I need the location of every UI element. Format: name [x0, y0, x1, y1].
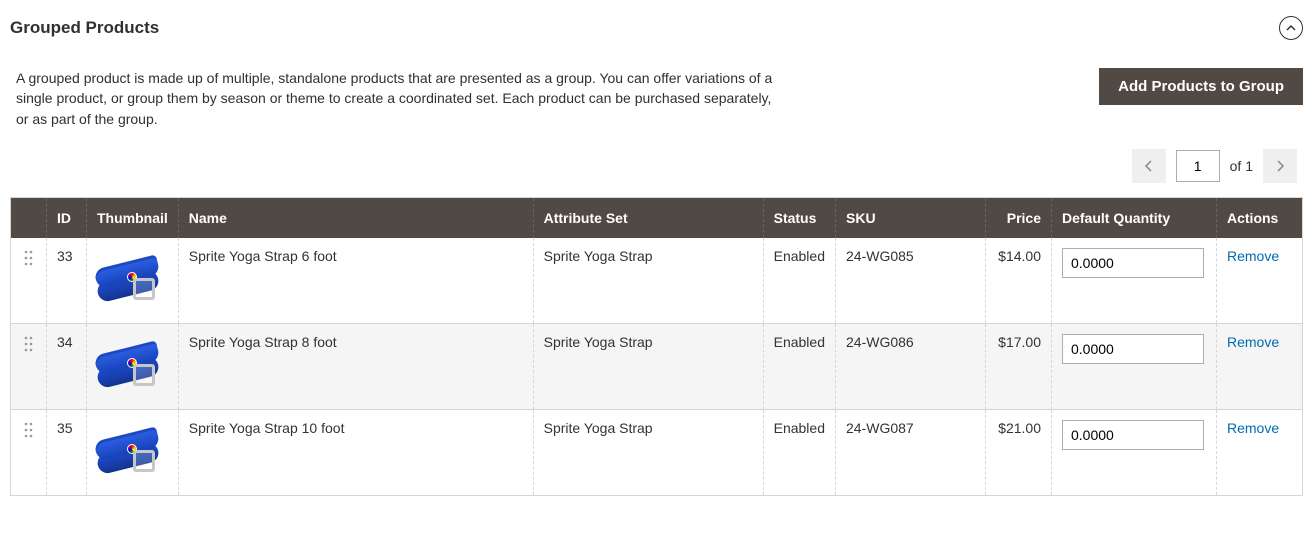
cell-name: Sprite Yoga Strap 6 foot [178, 238, 533, 324]
add-products-to-group-button[interactable]: Add Products to Group [1099, 68, 1303, 105]
col-header-thumbnail: Thumbnail [87, 197, 179, 238]
col-header-default-qty: Default Quantity [1052, 197, 1217, 238]
drag-handle-icon [24, 422, 34, 438]
pager-page-input[interactable] [1176, 150, 1220, 182]
cell-name: Sprite Yoga Strap 8 foot [178, 323, 533, 409]
cell-status: Enabled [763, 238, 835, 324]
grouped-products-table: ID Thumbnail Name Attribute Set Status S… [10, 197, 1303, 496]
pager: of 1 [10, 149, 1303, 197]
col-header-drag [11, 197, 47, 238]
cell-attribute-set: Sprite Yoga Strap [533, 238, 763, 324]
section-description: A grouped product is made up of multiple… [16, 68, 776, 129]
cell-price: $21.00 [986, 409, 1052, 495]
col-header-actions: Actions [1217, 197, 1303, 238]
cell-id: 34 [47, 323, 87, 409]
cell-sku: 24-WG087 [836, 409, 986, 495]
col-header-attribute-set: Attribute Set [533, 197, 763, 238]
section-title: Grouped Products [10, 18, 159, 38]
col-header-name: Name [178, 197, 533, 238]
chevron-up-icon [1286, 23, 1296, 33]
cell-id: 33 [47, 238, 87, 324]
col-header-sku: SKU [836, 197, 986, 238]
cell-price: $14.00 [986, 238, 1052, 324]
chevron-left-icon [1143, 160, 1155, 172]
cell-id: 35 [47, 409, 87, 495]
default-quantity-input[interactable] [1062, 248, 1204, 278]
cell-status: Enabled [763, 323, 835, 409]
col-header-status: Status [763, 197, 835, 238]
cell-status: Enabled [763, 409, 835, 495]
drag-handle[interactable] [24, 248, 34, 269]
cell-price: $17.00 [986, 323, 1052, 409]
pager-prev-button[interactable] [1132, 149, 1166, 183]
chevron-right-icon [1274, 160, 1286, 172]
default-quantity-input[interactable] [1062, 334, 1204, 364]
remove-link[interactable]: Remove [1227, 334, 1279, 350]
remove-link[interactable]: Remove [1227, 248, 1279, 264]
table-row: 33 Sprite Yoga Strap 6 footSprite Yoga St… [11, 238, 1303, 324]
section-top-row: A grouped product is made up of multiple… [10, 68, 1303, 149]
drag-handle-icon [24, 336, 34, 352]
table-row: 35 Sprite Yoga Strap 10 footSprite Yoga S… [11, 409, 1303, 495]
col-header-price: Price [986, 197, 1052, 238]
table-header-row: ID Thumbnail Name Attribute Set Status S… [11, 197, 1303, 238]
cell-attribute-set: Sprite Yoga Strap [533, 323, 763, 409]
col-header-id: ID [47, 197, 87, 238]
cell-name: Sprite Yoga Strap 10 foot [178, 409, 533, 495]
thumbnail-image [97, 248, 159, 310]
remove-link[interactable]: Remove [1227, 420, 1279, 436]
pager-next-button[interactable] [1263, 149, 1297, 183]
drag-handle-icon [24, 250, 34, 266]
cell-sku: 24-WG086 [836, 323, 986, 409]
pager-of-label: of 1 [1230, 158, 1253, 174]
thumbnail-image [97, 420, 159, 482]
section-header: Grouped Products [10, 10, 1303, 68]
drag-handle[interactable] [24, 420, 34, 441]
collapse-toggle[interactable] [1279, 16, 1303, 40]
cell-attribute-set: Sprite Yoga Strap [533, 409, 763, 495]
default-quantity-input[interactable] [1062, 420, 1204, 450]
thumbnail-image [97, 334, 159, 396]
cell-sku: 24-WG085 [836, 238, 986, 324]
table-row: 34 Sprite Yoga Strap 8 footSprite Yoga St… [11, 323, 1303, 409]
drag-handle[interactable] [24, 334, 34, 355]
